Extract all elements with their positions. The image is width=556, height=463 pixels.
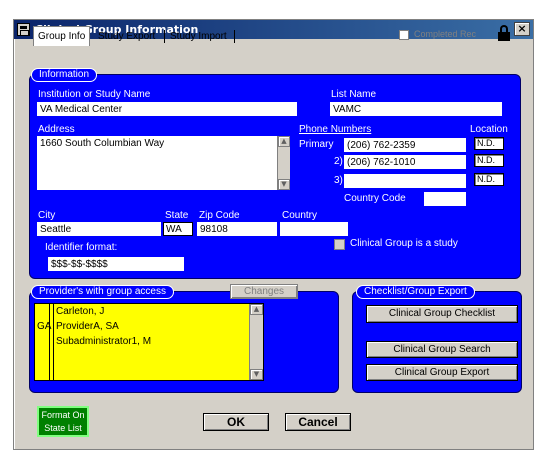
zip-label: Zip Code [199, 210, 240, 221]
institution-label: Institution or Study Name [38, 89, 151, 100]
tab-group-info[interactable]: Group Info [33, 26, 91, 46]
phone-primary-label: Primary [299, 139, 334, 150]
changes-button[interactable]: Changes [230, 284, 298, 299]
is-study-checkbox[interactable] [334, 239, 345, 250]
format-on-state-list-button[interactable]: Format On State List [37, 406, 89, 437]
ok-button[interactable]: OK [203, 413, 269, 431]
scroll-down-icon[interactable]: ▼ [278, 179, 290, 190]
tab-separator [234, 30, 235, 43]
completed-rec-checkbox[interactable] [399, 30, 409, 40]
identifier-input[interactable]: $$$-$$-$$$$ [48, 257, 184, 271]
country-input[interactable] [280, 222, 348, 236]
clinical-group-checklist-button[interactable]: Clinical Group Checklist [366, 305, 518, 323]
list-name-label: List Name [331, 89, 377, 100]
phone-2-location[interactable]: N.D. [474, 154, 504, 167]
phone-3-label: 3) [334, 175, 343, 186]
completed-rec-label: Completed Rec [414, 29, 477, 39]
app-icon [17, 23, 30, 36]
institution-input[interactable]: VA Medical Center [37, 102, 297, 116]
phone-3-input[interactable] [344, 174, 466, 188]
address-textarea[interactable]: 1660 South Columbian Way [37, 136, 277, 190]
format-line-1: Format On [41, 410, 85, 420]
country-code-label: Country Code [344, 193, 406, 204]
provider-scrollbar[interactable]: ▲ ▼ [249, 304, 263, 380]
provider-row[interactable]: Subadministrator1, M [56, 336, 151, 347]
lock-icon[interactable] [497, 25, 511, 42]
country-label: Country [282, 210, 318, 221]
scroll-down-icon[interactable]: ▼ [250, 369, 263, 380]
is-study-label: Clinical Group is a study [350, 238, 458, 249]
providers-section-label: Provider's with group access [31, 285, 174, 299]
provider-code: GA [37, 321, 52, 332]
phone-primary-input[interactable]: (206) 762-2359 [344, 138, 466, 152]
tab-study-import[interactable]: Study Import [166, 28, 231, 45]
location-label: Location [470, 124, 508, 135]
scroll-up-icon[interactable]: ▲ [250, 304, 263, 315]
provider-list[interactable]: GA Carleton, J ProviderA, SA Subadminist… [34, 303, 264, 381]
phone-numbers-label: Phone Numbers [299, 124, 372, 135]
export-section-label: Checklist/Group Export [356, 285, 475, 299]
phone-primary-location[interactable]: N.D. [474, 137, 504, 150]
identifier-label: Identifier format: [45, 242, 118, 253]
provider-row[interactable]: ProviderA, SA [56, 321, 119, 332]
phone-2-input[interactable]: (206) 762-1010 [344, 155, 466, 169]
zip-input[interactable]: 98108 [197, 222, 277, 236]
country-code-input[interactable] [424, 192, 466, 206]
city-label: City [38, 210, 56, 221]
address-scrollbar[interactable]: ▲ ▼ [277, 136, 290, 190]
format-line-2: State List [44, 423, 82, 433]
close-button[interactable]: × [514, 22, 530, 36]
list-name-input[interactable]: VAMC [330, 102, 502, 116]
cancel-button[interactable]: Cancel [285, 413, 351, 431]
clinical-group-export-button[interactable]: Clinical Group Export [366, 364, 518, 381]
provider-row[interactable]: Carleton, J [56, 306, 104, 317]
scroll-up-icon[interactable]: ▲ [278, 136, 290, 147]
clinical-group-search-button[interactable]: Clinical Group Search [366, 341, 518, 358]
tab-study-export[interactable]: Study Export [94, 28, 159, 45]
state-label: State [165, 210, 189, 221]
city-input[interactable]: Seattle [37, 222, 161, 236]
phone-3-location[interactable]: N.D. [474, 173, 504, 186]
phone-2-label: 2) [334, 156, 343, 167]
tab-separator [164, 30, 165, 43]
state-input[interactable]: WA [163, 222, 193, 236]
address-label: Address [38, 124, 75, 135]
information-section-label: Information [31, 68, 98, 82]
